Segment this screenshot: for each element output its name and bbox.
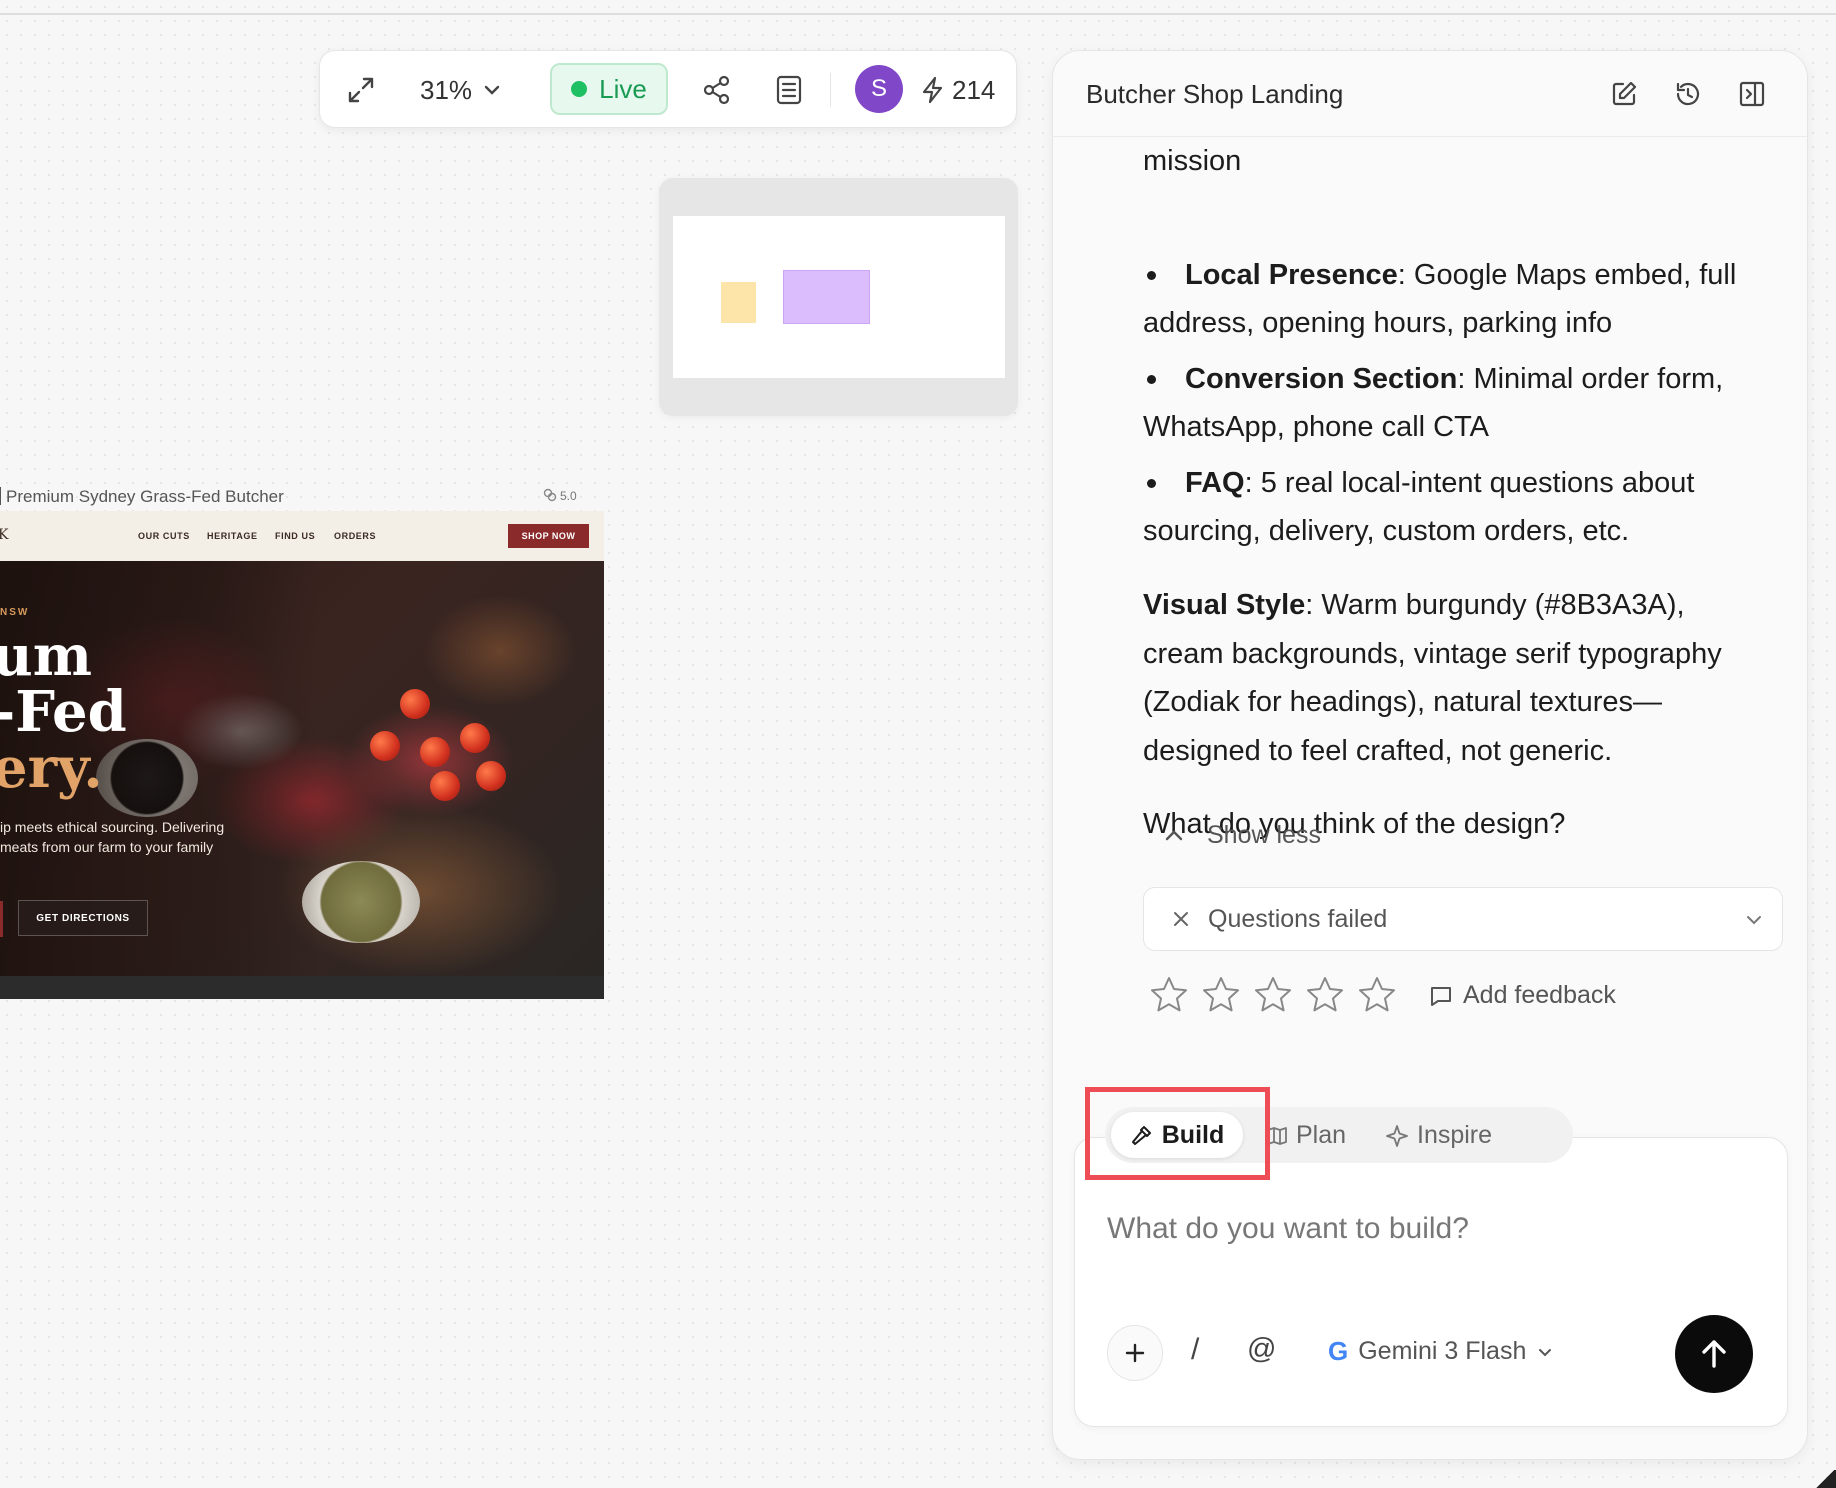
questions-failed-dropdown[interactable]: Questions failed [1143, 887, 1783, 951]
add-feedback-button[interactable]: Add feedback [1429, 981, 1616, 1010]
tab-plan[interactable]: Plan [1266, 1121, 1346, 1150]
lightning-icon [922, 76, 943, 104]
document-icon[interactable] [768, 69, 810, 111]
bullet-dot [1147, 375, 1156, 384]
message-text: designed to feel crafted, not generic. [1143, 735, 1613, 767]
chevron-down-icon [484, 85, 500, 95]
tomato-image [476, 761, 506, 791]
thumbnail-purple-shape[interactable] [783, 270, 870, 324]
show-less-label: Show less [1207, 821, 1321, 849]
window-corner [1815, 1470, 1836, 1488]
chevron-down-icon [1747, 916, 1761, 925]
bullet-dot [1147, 271, 1156, 280]
nav-link-find-us[interactable]: FIND US [275, 531, 315, 541]
live-status-dot [571, 81, 588, 97]
star-icon[interactable] [1149, 975, 1189, 1015]
share-icon[interactable] [696, 69, 738, 111]
nav-link-orders[interactable]: ORDERS [334, 531, 376, 541]
star-icon[interactable] [1253, 975, 1293, 1015]
credits-value: 214 [952, 74, 996, 105]
message-text: cream backgrounds, vintage serif typogra… [1143, 638, 1722, 670]
attach-button[interactable] [1107, 1325, 1163, 1381]
message-text: mission [1143, 145, 1242, 177]
nav-link-our-cuts[interactable]: OUR CUTS [138, 531, 190, 541]
expand-icon[interactable] [340, 69, 382, 111]
tomato-image [430, 771, 460, 801]
arrow-up-icon [1702, 1340, 1726, 1368]
hero-kicker: NSW [0, 607, 30, 618]
hero-headline-line-2: -Fed [0, 679, 127, 745]
chat-panel-header: Butcher Shop Landing [1053, 51, 1807, 137]
model-name: Gemini 3 Flash [1358, 1337, 1527, 1365]
collapse-panel-icon[interactable] [1735, 77, 1769, 111]
edit-icon[interactable] [1607, 77, 1641, 111]
comment-icon [1431, 986, 1451, 1006]
live-label: Live [599, 73, 647, 104]
mention-button[interactable]: @ [1247, 1333, 1276, 1366]
send-button[interactable] [1675, 1315, 1753, 1393]
tab-inspire[interactable]: Inspire [1385, 1121, 1492, 1150]
hero-headline-line-1: um [0, 623, 92, 689]
canvas-toolbar: 31% Live S 214 [319, 50, 1017, 128]
add-feedback-label: Add feedback [1463, 981, 1616, 1009]
credits-counter[interactable]: 214 [920, 69, 995, 111]
tab-plan-label: Plan [1296, 1121, 1347, 1149]
link-icon [543, 488, 557, 502]
model-selector[interactable]: G Gemini 3 Flash [1328, 1336, 1554, 1367]
zoom-dropdown[interactable]: 31% [420, 69, 502, 111]
chevron-up-icon [1165, 829, 1183, 840]
get-directions-button[interactable]: GET DIRECTIONS [18, 900, 148, 936]
chat-panel: Butcher Shop Landing mission Local Prese… [1052, 50, 1808, 1460]
slash-command-button[interactable]: / [1191, 1333, 1199, 1367]
close-icon [1174, 912, 1188, 926]
rating-stars [1149, 975, 1397, 1015]
hero-headline-line-3: ery. [0, 735, 103, 801]
shop-now-button[interactable]: SHOP NOW [508, 524, 589, 548]
message-text: Local Presence: Google Maps embed, full [1185, 259, 1737, 291]
preview-frame-title: Premium Sydney Grass-Fed Butcher [0, 487, 284, 506]
website-preview[interactable]: K OUR CUTS HERITAGE FIND US ORDERS SHOP … [0, 511, 604, 999]
site-navbar: K OUR CUTS HERITAGE FIND US ORDERS SHOP … [0, 511, 604, 561]
message-text: FAQ: 5 real local-intent questions about [1185, 467, 1695, 499]
google-icon: G [1328, 1336, 1349, 1366]
window-top-divider [0, 13, 1836, 15]
message-text: address, opening hours, parking info [1143, 307, 1613, 339]
toolbar-divider [830, 73, 831, 107]
thumbnail-yellow-shape[interactable] [721, 282, 756, 323]
message-text: Conversion Section: Minimal order form, [1185, 363, 1724, 395]
project-title: Butcher Shop Landing [1086, 79, 1344, 109]
plus-icon [1125, 1343, 1145, 1363]
star-icon[interactable] [1357, 975, 1397, 1015]
message-text: (Zodiak for headings), natural textures— [1143, 686, 1663, 718]
message-text: WhatsApp, phone call CTA [1143, 411, 1490, 443]
prompt-input[interactable] [1107, 1199, 1747, 1259]
nav-link-heritage[interactable]: HERITAGE [207, 531, 258, 541]
history-icon[interactable] [1671, 77, 1705, 111]
preview-version: 5.0 [560, 489, 577, 503]
sparkle-icon [1386, 1124, 1408, 1147]
hero-paragraph: ip meets ethical sourcing. Delivering me… [0, 819, 225, 855]
zoom-value: 31% [420, 74, 473, 105]
tomato-image [420, 737, 450, 767]
chevron-down-icon [1539, 1348, 1552, 1356]
tab-inspire-label: Inspire [1417, 1121, 1493, 1149]
site-logo-fragment: K [0, 527, 9, 543]
prompt-composer [1074, 1137, 1788, 1427]
avatar[interactable]: S [855, 65, 903, 113]
preview-frame-header[interactable]: Premium Sydney Grass-Fed Butcher 5.0 [0, 484, 602, 508]
message-text: sourcing, delivery, custom orders, etc. [1143, 515, 1630, 547]
tomato-image [400, 689, 430, 719]
hero-primary-button-edge[interactable] [0, 901, 3, 937]
highlight-box [1085, 1087, 1270, 1180]
star-icon[interactable] [1305, 975, 1345, 1015]
star-icon[interactable] [1201, 975, 1241, 1015]
questions-failed-label: Questions failed [1208, 905, 1388, 933]
bullet-dot [1147, 479, 1156, 488]
tomato-image [370, 731, 400, 761]
show-less-toggle[interactable]: Show less [1163, 821, 1321, 850]
site-section-strip [0, 976, 604, 999]
tomato-image [460, 723, 490, 753]
message-text: Visual Style: Warm burgundy (#8B3A3A), [1143, 589, 1685, 621]
live-button[interactable]: Live [550, 63, 668, 115]
